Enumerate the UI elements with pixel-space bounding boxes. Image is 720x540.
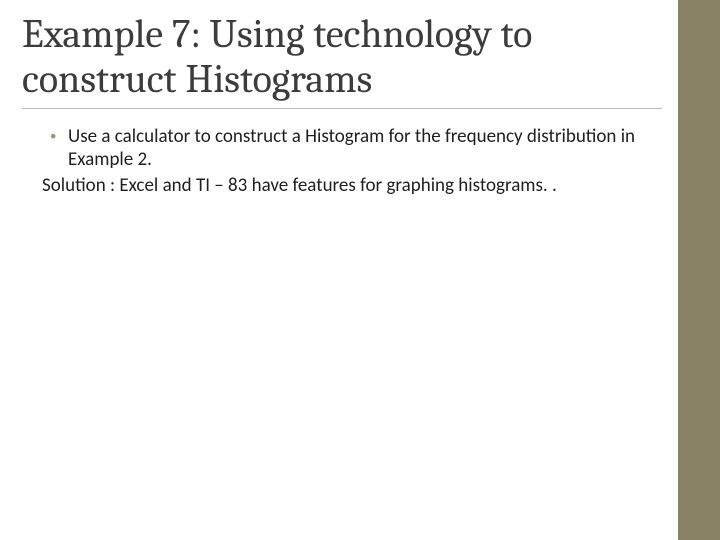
title-underline (22, 108, 662, 109)
decorative-sidebar (678, 0, 720, 540)
solution-text: Solution : Excel and TI – 83 have featur… (42, 174, 658, 198)
bullet-item: • Use a calculator to construct a Histog… (50, 125, 658, 173)
slide-content: Example 7: Using technology to construct… (0, 0, 678, 540)
slide-body: • Use a calculator to construct a Histog… (22, 125, 658, 198)
slide-title: Example 7: Using technology to construct… (22, 12, 658, 102)
bullet-text: Use a calculator to construct a Histogra… (68, 125, 658, 173)
bullet-icon: • (50, 125, 68, 149)
